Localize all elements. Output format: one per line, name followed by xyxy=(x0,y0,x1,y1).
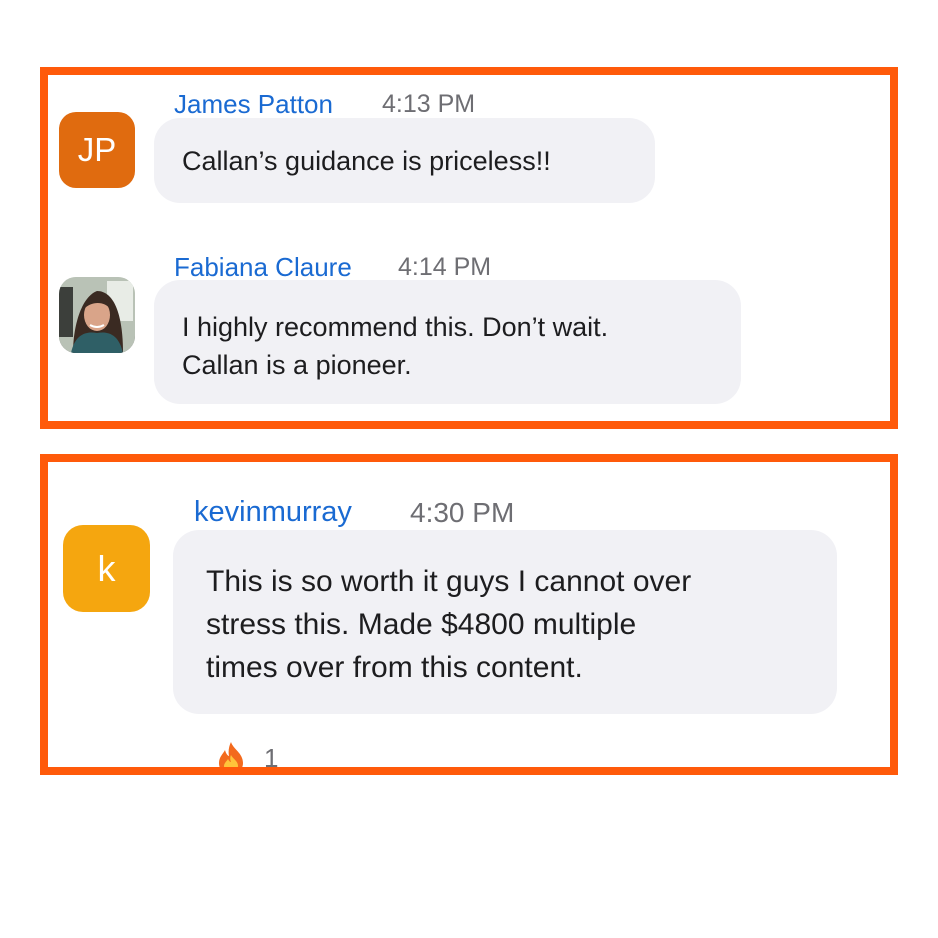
message-timestamp: 4:14 PM xyxy=(398,253,492,281)
highlight-box-top: JP James Patton 4:13 PM Callan’s guidanc… xyxy=(40,67,898,429)
reaction-count: 1 xyxy=(264,742,279,773)
sender-name[interactable]: kevinmurray xyxy=(194,496,352,529)
person-photo-icon xyxy=(59,277,135,353)
sender-name[interactable]: Fabiana Claure xyxy=(174,252,352,283)
message-timestamp: 4:13 PM xyxy=(382,90,476,118)
avatar[interactable]: k xyxy=(63,525,150,612)
message-bubble[interactable]: Callan’s guidance is priceless!! xyxy=(154,118,655,203)
highlight-box-bottom: k kevinmurray 4:30 PM This is so worth i… xyxy=(40,454,898,775)
fire-icon xyxy=(219,742,243,767)
avatar-photo[interactable] xyxy=(59,277,135,353)
message-bubble[interactable]: This is so worth it guys I cannot over s… xyxy=(173,530,837,714)
message-timestamp: 4:30 PM xyxy=(410,497,515,528)
message-bubble[interactable]: I highly recommend this. Don’t wait. Cal… xyxy=(154,280,741,404)
reaction-chip[interactable]: 1 xyxy=(216,741,279,773)
sender-name[interactable]: James Patton xyxy=(174,89,333,120)
avatar[interactable]: JP xyxy=(59,112,135,188)
